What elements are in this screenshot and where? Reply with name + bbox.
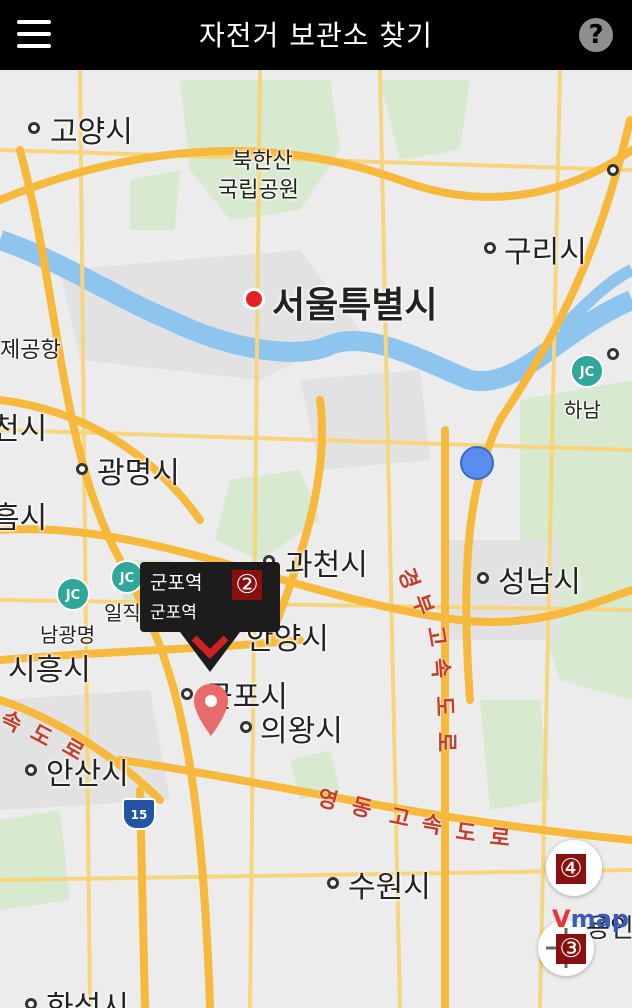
city-label-siheung: 시흥시 [8,653,91,688]
city-label-suwon: 수원시 [348,870,431,905]
place-label-namgwangmyeong: 남광명 [40,623,96,647]
city-label-guri: 구리시 [504,235,587,270]
road-label: 로 [433,731,459,753]
station-subtitle: 군포역 [150,603,197,623]
current-location-icon [460,446,494,480]
city-label-cheon: 천시 [0,412,48,447]
jc-marker-icon: JC [56,577,90,611]
road-label: 로 [488,824,512,852]
road-label: 도 [430,695,457,717]
city-label-uiwang: 의왕시 [260,714,343,749]
city-dot [25,764,37,776]
city-dot [607,348,619,360]
city-dot [607,164,619,176]
route-15-shield-icon: 15 [122,798,156,830]
place-label-airport: 제공항 [0,338,61,363]
app-header: 자전거 보관소 찾기 ? [0,0,632,70]
jc-marker-icon: JC [570,354,604,388]
provider-logo-map: map [570,905,629,933]
park-label-line2: 국립공원 [218,178,299,203]
city-label-seongnam: 성남시 [498,565,581,600]
station-popup[interactable]: 군포역 군포역 ② [140,562,280,632]
city-label-gwacheon: 과천시 [285,548,368,583]
city-dot [76,463,88,475]
city-dot [327,877,339,889]
route-number: 15 [130,808,148,822]
help-icon[interactable]: ? [579,18,613,52]
my-location-button[interactable]: ④ [546,840,602,896]
city-dot [484,242,496,254]
city-dot [28,122,40,134]
city-label-seoul: 서울특별시 [272,285,438,326]
city-label-goyang: 고양시 [50,115,133,150]
page-title: 자전거 보관소 찾기 [199,19,433,52]
map-pin-icon[interactable] [192,682,230,738]
place-label-ilji: 일직 [104,601,141,625]
station-name: 군포역 [150,572,203,594]
map-view[interactable]: 고양시 북한산 국립공원 구리시 서울특별시 제공항 JC 하남 천시 광명시 … [0,70,632,1008]
map-base-layer [0,70,632,1008]
jc-marker-icon: JC [110,560,144,594]
city-dot [477,572,489,584]
city-dot [25,998,37,1008]
city-label-gwangmyeong: 광명시 [97,456,180,491]
place-label-hanam: 하남 [564,398,601,422]
chevron-down-icon [180,632,240,672]
city-dot [240,721,252,733]
annotation-badge: ④ [556,854,586,884]
map-provider-logo: Vmap [552,905,629,933]
road-label: 속 [426,657,453,680]
park-label-line1: 북한산 [232,149,293,174]
seoul-marker-icon [243,288,265,310]
provider-logo-v: V [552,905,571,933]
city-label-hwaseong: 화성시 [46,990,129,1008]
annotation-badge: ③ [556,934,586,964]
city-label-eum: 흠시 [0,501,48,536]
annotation-badge: ② [232,570,262,600]
